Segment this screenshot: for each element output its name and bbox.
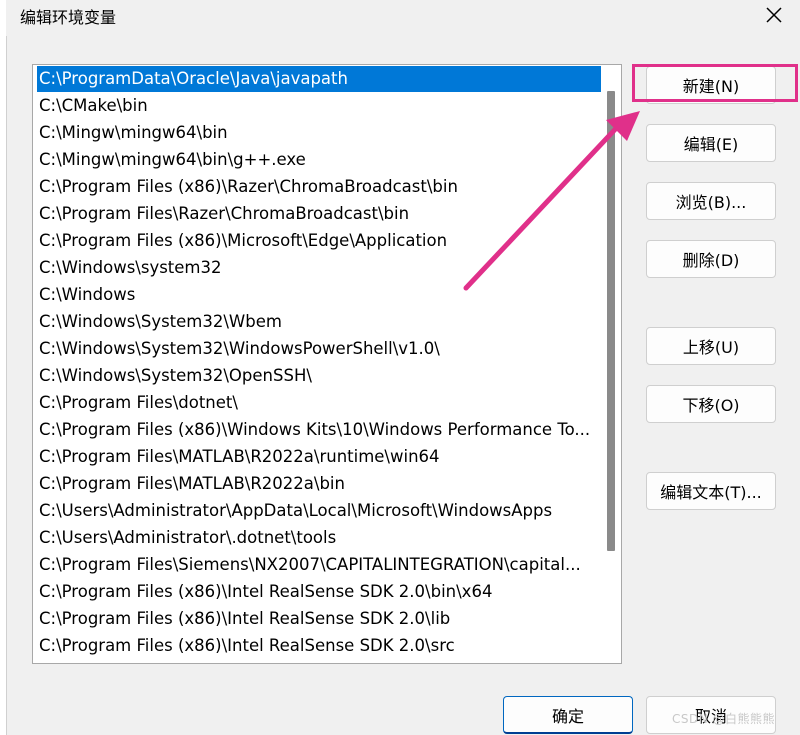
path-list-item[interactable]: C:\Windows <box>37 282 602 308</box>
path-list-item[interactable]: C:\Program Files (x86)\Windows Kits\10\W… <box>37 417 602 443</box>
path-list-item[interactable]: C:\Program Files\dotnet\ <box>37 390 602 416</box>
edit-button[interactable]: 编辑(E) <box>646 124 776 162</box>
ok-button[interactable]: 确定 <box>503 696 633 734</box>
path-list-item[interactable]: C:\Program Files\MATLAB\R2022a\runtime\w… <box>37 444 602 470</box>
browse-button[interactable]: 浏览(B)... <box>646 182 776 220</box>
path-list-item[interactable]: C:\CMake\bin <box>37 93 602 119</box>
path-list-item[interactable]: C:\Windows\System32\Wbem <box>37 309 602 335</box>
move-up-button[interactable]: 上移(U) <box>646 327 776 365</box>
path-list-item[interactable]: C:\Mingw\mingw64\bin <box>37 120 602 146</box>
path-list-item[interactable]: C:\Program Files (x86)\Microsoft\Edge\Ap… <box>37 228 602 254</box>
edit-text-button[interactable]: 编辑文本(T)... <box>646 472 776 510</box>
path-list-item[interactable]: C:\Mingw\mingw64\bin\g++.exe <box>37 147 602 173</box>
watermark: CSDN @白熊熊熊 <box>672 712 776 726</box>
delete-button[interactable]: 删除(D) <box>646 240 776 278</box>
path-list-item[interactable]: C:\Users\Administrator\AppData\Local\Mic… <box>37 498 602 524</box>
scrollbar-thumb[interactable] <box>607 91 615 551</box>
title-bar: 编辑环境变量 <box>6 0 800 36</box>
path-list-item[interactable]: C:\ProgramData\Oracle\Java\javapath <box>37 66 602 92</box>
path-list-item[interactable]: C:\Windows\System32\WindowsPowerShell\v1… <box>37 336 602 362</box>
path-list-item[interactable]: C:\Windows\system32 <box>37 255 602 281</box>
path-list[interactable]: C:\Program Files (x86)\Intel RealSense S… <box>32 64 622 664</box>
path-list-item[interactable]: C:\Users\Administrator\.dotnet\tools <box>37 525 602 551</box>
close-icon <box>766 7 782 23</box>
move-down-button[interactable]: 下移(O) <box>646 385 776 423</box>
path-list-item[interactable]: C:\Program Files (x86)\Intel RealSense S… <box>37 606 602 632</box>
window-title: 编辑环境变量 <box>20 8 117 27</box>
path-list-item[interactable]: C:\Program Files (x86)\Intel RealSense S… <box>37 633 602 659</box>
scrollbar[interactable] <box>601 65 621 663</box>
path-list-item[interactable]: C:\Program Files (x86)\Razer\ChromaBroad… <box>37 174 602 200</box>
path-list-item[interactable]: C:\Windows\System32\OpenSSH\ <box>37 363 602 389</box>
path-list-item[interactable]: C:\Program Files\Siemens\NX2007\CAPITALI… <box>37 552 602 578</box>
path-list-item[interactable]: C:\Program Files\Razer\ChromaBroadcast\b… <box>37 201 602 227</box>
path-list-item[interactable]: C:\Program Files (x86)\Intel RealSense S… <box>37 579 602 605</box>
path-list-item[interactable]: C:\Program Files\MATLAB\R2022a\bin <box>37 471 602 497</box>
new-button[interactable]: 新建(N) <box>646 66 776 104</box>
close-button[interactable] <box>762 3 786 27</box>
background-window-edge <box>0 0 7 735</box>
